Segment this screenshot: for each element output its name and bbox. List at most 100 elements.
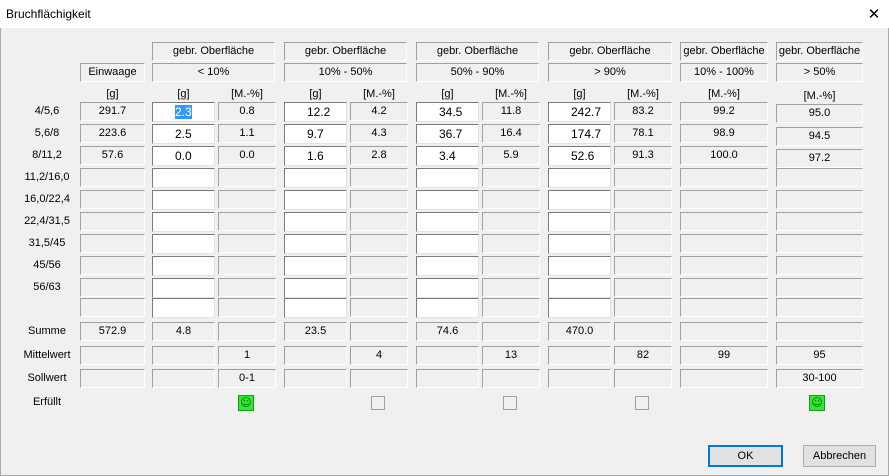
mittelwert-percent: 4 (350, 346, 408, 365)
mass-input[interactable] (152, 298, 215, 318)
percent-cell (614, 278, 672, 297)
close-icon[interactable]: ✕ (859, 0, 889, 28)
mass-input[interactable] (416, 278, 479, 298)
status-empty-icon (371, 396, 385, 410)
mass-input[interactable] (152, 212, 215, 232)
status-empty-icon (635, 396, 649, 410)
sollwert-percent: 0-1 (218, 369, 276, 388)
mass-input[interactable] (284, 256, 347, 276)
mass-value: 3.4 (439, 149, 456, 163)
mass-input[interactable] (416, 234, 479, 254)
range-header: < 10% (152, 63, 275, 82)
row-label: 22,4/31,5 (24, 215, 70, 227)
row-label: 11,2/16,0 (24, 171, 70, 183)
percent-cell (218, 234, 276, 253)
percent-cell (614, 168, 672, 187)
percent-cell: 0.8 (218, 102, 276, 121)
mass-input[interactable] (152, 190, 215, 210)
mass-input[interactable] (152, 256, 215, 276)
sollwert-mass (548, 369, 611, 388)
percent-cell (218, 298, 276, 317)
mass-input[interactable]: 2.5 (152, 124, 215, 144)
einwaage-cell (80, 168, 145, 187)
row-label: 45/56 (33, 259, 61, 271)
mass-input[interactable] (548, 234, 611, 254)
sollwert-percent (482, 369, 540, 388)
percent-cell (482, 298, 540, 317)
mass-input[interactable] (416, 256, 479, 276)
mass-input[interactable] (548, 190, 611, 210)
mass-input[interactable] (284, 234, 347, 254)
mass-input[interactable] (548, 278, 611, 298)
percent-10-100-cell (680, 298, 768, 317)
percent-cell (614, 234, 672, 253)
mass-input[interactable]: 174.7 (548, 124, 611, 144)
percent-cell (350, 234, 408, 253)
mass-input[interactable]: 1.6 (284, 146, 347, 166)
mass-input[interactable] (548, 298, 611, 318)
mass-input[interactable]: 36.7 (416, 124, 479, 144)
mass-input[interactable] (284, 298, 347, 318)
percent-10-100-cell (680, 278, 768, 297)
ok-button[interactable]: OK (708, 445, 783, 467)
percent-cell (350, 190, 408, 209)
percent-cell (218, 168, 276, 187)
mass-value: 34.5 (439, 105, 463, 119)
row-label: 31,5/45 (28, 237, 66, 249)
mass-input[interactable]: 3.4 (416, 146, 479, 166)
mass-input[interactable] (284, 278, 347, 298)
percent-over-50-cell: 95.0 (776, 104, 863, 123)
mittelwert-einwaage (80, 346, 145, 365)
percent-cell: 16.4 (482, 124, 540, 143)
percent-10-100-cell (680, 212, 768, 231)
percent-10-100-cell: 99.2 (680, 102, 768, 121)
cancel-button[interactable]: Abbrechen (803, 445, 876, 467)
mass-value: 242.7 (571, 105, 602, 119)
summe-percent-10-100 (680, 322, 768, 341)
mass-input[interactable] (416, 190, 479, 210)
range-header: > 50% (776, 63, 863, 82)
summe-label: Summe (28, 325, 66, 337)
mass-input[interactable] (548, 256, 611, 276)
percent-over-50-cell (776, 278, 863, 297)
mass-input[interactable] (548, 212, 611, 232)
percent-over-50-cell (776, 212, 863, 231)
column-group-header: gebr. Oberfläche (284, 42, 407, 61)
sollwert-percent-10-100 (680, 369, 768, 388)
mass-input[interactable] (152, 234, 215, 254)
mass-input[interactable] (548, 168, 611, 188)
mittelwert-percent: 1 (218, 346, 276, 365)
mass-input[interactable]: 34.5 (416, 102, 479, 122)
einwaage-cell (80, 278, 145, 297)
mass-input[interactable]: 9.7 (284, 124, 347, 144)
mass-value: 9.7 (307, 127, 324, 141)
mass-input[interactable] (284, 212, 347, 232)
sollwert-percent-over-50: 30-100 (776, 369, 863, 388)
percent-cell: 78.1 (614, 124, 672, 143)
mittelwert-percent-over-50: 95 (776, 346, 863, 365)
mass-input[interactable] (284, 168, 347, 188)
column-group-header: gebr. Oberfläche (416, 42, 539, 61)
frame-left (0, 28, 1, 476)
sollwert-einwaage (80, 369, 145, 388)
mass-input[interactable] (152, 278, 215, 298)
mass-input[interactable] (152, 168, 215, 188)
mass-input[interactable] (416, 168, 479, 188)
mass-value: 12.2 (307, 105, 331, 119)
summe-percent (482, 322, 540, 341)
mass-input[interactable]: 0.0 (152, 146, 215, 166)
mass-input[interactable]: 52.6 (548, 146, 611, 166)
mass-input[interactable]: 2.3 (152, 102, 215, 122)
row-label: 5,6/8 (34, 127, 60, 139)
mass-input[interactable]: 12.2 (284, 102, 347, 122)
mass-input[interactable]: 242.7 (548, 102, 611, 122)
mass-input[interactable] (284, 190, 347, 210)
mass-input[interactable] (416, 298, 479, 318)
mass-input[interactable] (416, 212, 479, 232)
range-header: 50% - 90% (416, 63, 539, 82)
percent-10-100-cell: 100.0 (680, 146, 768, 165)
percent-cell (482, 278, 540, 297)
percent-cell: 1.1 (218, 124, 276, 143)
mass-value: 1.6 (307, 149, 324, 163)
einwaage-header: Einwaage (80, 63, 145, 82)
